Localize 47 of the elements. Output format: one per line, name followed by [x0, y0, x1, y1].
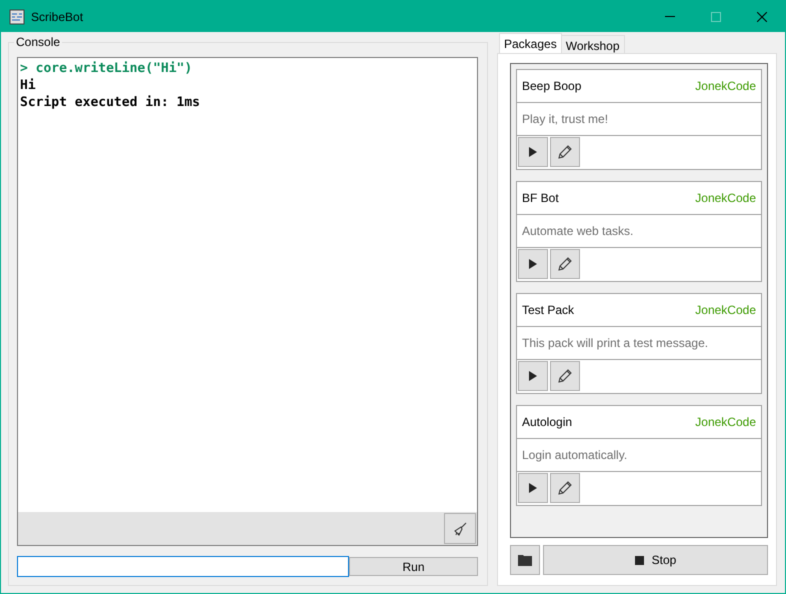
maximize-icon	[711, 12, 721, 22]
play-button[interactable]	[518, 137, 548, 167]
pencil-icon	[557, 480, 573, 496]
edit-button[interactable]	[550, 473, 580, 503]
app-icon	[9, 8, 25, 24]
package-name: Autologin	[522, 415, 572, 429]
command-field[interactable]	[17, 556, 349, 577]
pencil-icon	[557, 368, 573, 384]
window-title: ScribeBot	[31, 10, 84, 24]
console-line: > core.writeLine("Hi")	[20, 60, 194, 77]
package-name: BF Bot	[522, 191, 559, 205]
package-author: JonekCode	[695, 415, 756, 429]
edit-button[interactable]	[550, 137, 580, 167]
edit-button[interactable]	[550, 249, 580, 279]
package-name: Test Pack	[522, 303, 574, 317]
clear-button[interactable]	[444, 513, 476, 544]
package-name: Beep Boop	[522, 79, 582, 93]
package-description: Play it, trust me!	[522, 112, 608, 126]
folder-icon	[518, 554, 532, 566]
pencil-icon	[557, 256, 573, 272]
play-icon	[529, 259, 537, 269]
console-line: Hi	[20, 77, 37, 94]
group-title: Console	[14, 35, 62, 49]
play-icon	[529, 371, 537, 381]
package-author: JonekCode	[695, 79, 756, 93]
console-line: Script executed in: 1ms	[20, 94, 202, 111]
tab[interactable]: Workshop	[560, 35, 625, 53]
play-button[interactable]	[518, 249, 548, 279]
package-description: This pack will print a test message.	[522, 336, 708, 350]
package-description: Login automatically.	[522, 448, 628, 462]
folder-button[interactable]	[510, 545, 540, 575]
pencil-icon	[557, 144, 573, 160]
broom-icon	[452, 520, 468, 536]
stop-button[interactable]: Stop	[543, 545, 768, 575]
run-button[interactable]: Run	[349, 557, 478, 576]
package-author: JonekCode	[695, 191, 756, 205]
package-description: Automate web tasks.	[522, 224, 634, 238]
edit-button[interactable]	[550, 361, 580, 391]
play-button[interactable]	[518, 361, 548, 391]
stop-icon	[634, 556, 644, 564]
play-button[interactable]	[518, 473, 548, 503]
play-icon	[529, 483, 537, 493]
close-icon	[757, 12, 767, 22]
minimize-icon	[665, 16, 675, 17]
play-icon	[529, 147, 537, 157]
tab[interactable]: Packages	[499, 33, 562, 53]
package-author: JonekCode	[695, 303, 756, 317]
